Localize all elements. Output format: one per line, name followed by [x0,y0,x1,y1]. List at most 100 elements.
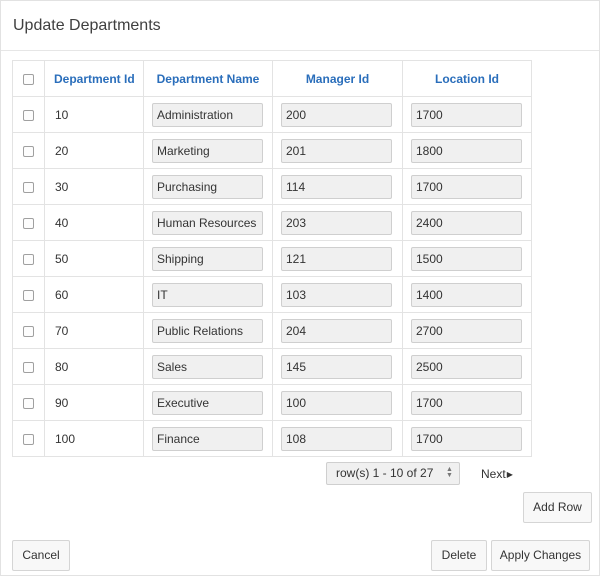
select-all-header [12,60,45,97]
department-name-cell: Purchasing [143,168,273,205]
update-departments-region: Update Departments Department Id Departm… [0,0,600,576]
location-id-input[interactable]: 1500 [411,246,522,271]
manager-id-cell: 145 [272,348,403,385]
location-id-input[interactable]: 2400 [411,210,522,235]
region-title: Update Departments [13,17,161,34]
row-select-checkbox[interactable] [23,217,34,229]
location-id-cell: 1400 [402,276,532,313]
cancel-button[interactable]: Cancel [12,540,70,571]
manager-id-input[interactable]: 200 [281,102,392,127]
row-select-checkbox[interactable] [23,433,34,445]
location-id-cell: 1700 [402,384,532,421]
select-all-checkbox[interactable] [23,73,34,85]
department-id-cell: 100 [44,420,144,457]
department-id-cell: 90 [44,384,144,421]
row-select-cell [12,420,45,457]
department-name-cell: Finance [143,420,273,457]
row-select-checkbox[interactable] [23,253,34,265]
row-select-cell [12,204,45,241]
department-name-input[interactable]: Executive [152,390,263,415]
table-header-row: Department Id Department Name Manager Id… [12,60,532,97]
location-id-input[interactable]: 2500 [411,354,522,379]
add-row-button[interactable]: Add Row [523,492,592,523]
manager-id-cell: 108 [272,420,403,457]
location-id-input[interactable]: 2700 [411,318,522,343]
location-id-input[interactable]: 1800 [411,138,522,163]
manager-id-cell: 121 [272,240,403,277]
department-name-input[interactable]: IT [152,282,263,307]
header-department-name[interactable]: Department Name [143,60,273,97]
department-name-input[interactable]: Public Relations [152,318,263,343]
department-id-cell: 20 [44,132,144,169]
manager-id-input[interactable]: 204 [281,318,392,343]
department-name-input[interactable]: Marketing [152,138,263,163]
manager-id-input[interactable]: 108 [281,426,392,451]
department-name-cell: Executive [143,384,273,421]
row-select-checkbox[interactable] [23,325,34,337]
location-id-input[interactable]: 1400 [411,282,522,307]
location-id-cell: 2700 [402,312,532,349]
table-row: 60 IT 103 1400 [12,276,532,313]
location-id-cell: 2400 [402,204,532,241]
row-select-checkbox[interactable] [23,181,34,193]
manager-id-cell: 200 [272,96,403,133]
department-name-input[interactable]: Human Resources [152,210,263,235]
header-department-id[interactable]: Department Id [44,60,144,97]
department-name-input[interactable]: Purchasing [152,174,263,199]
manager-id-cell: 203 [272,204,403,241]
department-name-cell: Shipping [143,240,273,277]
table-row: 100 Finance 108 1700 [12,420,532,457]
manager-id-input[interactable]: 121 [281,246,392,271]
location-id-input[interactable]: 1700 [411,390,522,415]
department-name-cell: Marketing [143,132,273,169]
manager-id-input[interactable]: 114 [281,174,392,199]
row-select-cell [12,240,45,277]
location-id-cell: 1700 [402,168,532,205]
row-select-cell [12,168,45,205]
manager-id-cell: 201 [272,132,403,169]
department-id-cell: 10 [44,96,144,133]
manager-id-input[interactable]: 201 [281,138,392,163]
table-row: 20 Marketing 201 1800 [12,132,532,169]
department-name-cell: Sales [143,348,273,385]
manager-id-cell: 114 [272,168,403,205]
manager-id-input[interactable]: 145 [281,354,392,379]
row-select-checkbox[interactable] [23,289,34,301]
manager-id-input[interactable]: 103 [281,282,392,307]
department-name-input[interactable]: Shipping [152,246,263,271]
row-select-checkbox[interactable] [23,109,34,121]
row-select-checkbox[interactable] [23,145,34,157]
row-select-checkbox[interactable] [23,361,34,373]
apply-changes-button[interactable]: Apply Changes [491,540,590,571]
table-row: 50 Shipping 121 1500 [12,240,532,277]
header-location-id[interactable]: Location Id [402,60,532,97]
header-manager-id[interactable]: Manager Id [272,60,403,97]
row-select-cell [12,96,45,133]
table-row: 10 Administration 200 1700 [12,96,532,133]
departments-table: Department Id Department Name Manager Id… [12,60,532,457]
department-name-input[interactable]: Finance [152,426,263,451]
pagination-select[interactable]: row(s) 1 - 10 of 27 ▲ ▼ [326,462,460,485]
location-id-input[interactable]: 1700 [411,102,522,127]
manager-id-input[interactable]: 203 [281,210,392,235]
location-id-input[interactable]: 1700 [411,174,522,199]
location-id-cell: 1800 [402,132,532,169]
manager-id-input[interactable]: 100 [281,390,392,415]
department-name-cell: IT [143,276,273,313]
table-row: 90 Executive 100 1700 [12,384,532,421]
location-id-input[interactable]: 1700 [411,426,522,451]
department-id-cell: 30 [44,168,144,205]
row-select-checkbox[interactable] [23,397,34,409]
department-id-cell: 60 [44,276,144,313]
manager-id-cell: 204 [272,312,403,349]
next-page-link[interactable]: Next▶ [481,467,513,481]
department-name-input[interactable]: Administration [152,102,263,127]
department-id-cell: 80 [44,348,144,385]
region-header: Update Departments [1,1,599,51]
department-name-input[interactable]: Sales [152,354,263,379]
location-id-cell: 1700 [402,96,532,133]
manager-id-cell: 100 [272,384,403,421]
delete-button[interactable]: Delete [431,540,487,571]
table-row: 70 Public Relations 204 2700 [12,312,532,349]
table-row: 30 Purchasing 114 1700 [12,168,532,205]
